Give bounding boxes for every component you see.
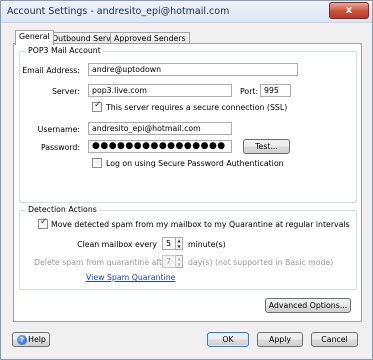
spa-label: Log on using Secure Password Authenticat…	[106, 159, 284, 168]
account-settings-window: Account Settings - andresito_epi@hotmail…	[0, 0, 373, 360]
username-field[interactable]: andresito_epi@hotmail.com	[88, 122, 232, 135]
spa-checkbox[interactable]	[92, 158, 102, 168]
window-title: Account Settings - andresito_epi@hotmail…	[7, 6, 230, 17]
port-field[interactable]: 995	[260, 84, 291, 97]
clean-mailbox-label: Clean mailbox every	[77, 240, 157, 249]
tab-general[interactable]: General	[15, 30, 54, 45]
spin-down-icon[interactable]: ▼	[176, 262, 182, 268]
password-field[interactable]: ●●●●●●●●●●●●●●●●	[88, 140, 232, 153]
email-label: Email Address:	[22, 66, 80, 75]
close-button[interactable]: x	[329, 2, 369, 19]
delete-spam-label: Delete spam from quarantine after	[34, 258, 171, 267]
delete-after-field[interactable]: 7	[162, 255, 176, 268]
general-tab-panel: POP3 Mail Account Email Address: andre@u…	[13, 43, 362, 322]
test-button[interactable]: Test...	[243, 139, 290, 154]
title-bar[interactable]: Account Settings - andresito_epi@hotmail…	[1, 1, 372, 23]
view-spam-quarantine-link[interactable]: View Spam Quarantine	[86, 273, 175, 282]
help-button[interactable]: ? Help	[12, 332, 50, 347]
detection-group-legend: Detection Actions	[26, 205, 99, 214]
pop3-group-legend: POP3 Mail Account	[26, 46, 103, 55]
ssl-checkbox[interactable]	[92, 100, 102, 112]
ssl-label: This server requires a secure connection…	[106, 103, 288, 112]
server-field[interactable]: pop3.live.com	[88, 84, 232, 97]
cancel-button[interactable]: Cancel	[311, 332, 358, 347]
port-label: Port:	[240, 87, 259, 96]
move-spam-label: Move detected spam from my mailbox to my…	[51, 220, 350, 229]
delete-after-spinner[interactable]: ▲ ▼	[176, 255, 183, 268]
email-field[interactable]: andre@uptodown	[88, 63, 298, 76]
close-icon: x	[345, 5, 353, 16]
clean-interval-spinner[interactable]: ▲ ▼	[176, 237, 183, 250]
delete-unit-label: day(s) (not supported in Basic mode)	[188, 258, 334, 267]
ok-button[interactable]: OK	[207, 332, 249, 347]
help-icon: ?	[17, 335, 27, 345]
move-spam-checkbox[interactable]	[38, 217, 48, 229]
server-label: Server:	[51, 87, 80, 96]
apply-button[interactable]: Apply	[257, 332, 303, 347]
username-label: Username:	[37, 125, 80, 134]
advanced-options-button[interactable]: Advanced Options...	[265, 298, 351, 313]
clean-unit-label: minute(s)	[188, 240, 226, 249]
password-label: Password:	[40, 143, 80, 152]
spin-down-icon[interactable]: ▼	[176, 244, 182, 250]
clean-interval-field[interactable]: 5	[162, 237, 176, 250]
help-button-label: Help	[28, 335, 46, 344]
